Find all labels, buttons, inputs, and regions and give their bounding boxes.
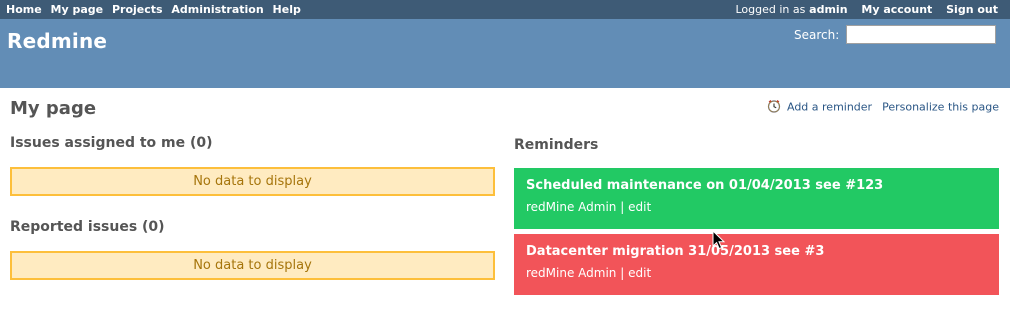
top-menu-home[interactable]: Home <box>6 3 42 16</box>
reminder-subject: Datacenter migration 31/05/2013 see #3 <box>526 244 825 259</box>
add-reminder-link[interactable]: Add a reminder <box>787 101 872 114</box>
reminder-edit-link[interactable]: edit <box>628 266 651 280</box>
reminder-meta-separator: | <box>620 266 625 280</box>
top-menu-right: Logged in as admin My account Sign out <box>735 3 998 16</box>
reminder-subject: Scheduled maintenance on 01/04/2013 see … <box>526 178 884 193</box>
issues-assigned-title: Issues assigned to me (0) <box>10 135 213 151</box>
top-menu-left: Home My page Projects Administration Hel… <box>6 3 306 16</box>
reminder-meta-separator: | <box>620 200 625 214</box>
reminders-title: Reminders <box>514 137 599 153</box>
reminder-meta: redMine Admin | edit <box>526 200 987 214</box>
top-menu-my-page[interactable]: My page <box>51 3 104 16</box>
personalize-page-link[interactable]: Personalize this page <box>882 101 999 114</box>
sign-out-link[interactable]: Sign out <box>946 3 998 16</box>
app-title: Redmine <box>7 29 108 53</box>
reported-issues-empty: No data to display <box>10 251 495 280</box>
header: Redmine Search: <box>0 19 1010 88</box>
reminder-author-link[interactable]: redMine Admin <box>526 266 616 280</box>
search-label: Search: <box>794 28 840 42</box>
search-input[interactable] <box>846 25 996 44</box>
main-content: My page Add a reminder Personalize this p… <box>0 88 1010 335</box>
mouse-pointer-icon <box>712 229 726 254</box>
issues-assigned-empty: No data to display <box>10 167 495 196</box>
contextual-actions: Add a reminder Personalize this page <box>767 99 999 116</box>
page-title: My page <box>10 98 97 119</box>
alarm-clock-icon <box>767 99 781 116</box>
reported-issues-title: Reported issues (0) <box>10 219 165 235</box>
top-menu-administration[interactable]: Administration <box>171 3 263 16</box>
logged-in-label: Logged in as <box>735 3 806 16</box>
reminder-author-link[interactable]: redMine Admin <box>526 200 616 214</box>
top-menu-projects[interactable]: Projects <box>112 3 163 16</box>
my-account-link[interactable]: My account <box>861 3 932 16</box>
logged-in-user[interactable]: admin <box>809 3 847 16</box>
reminder-edit-link[interactable]: edit <box>628 200 651 214</box>
reminder-item: Datacenter migration 31/05/2013 see #3 r… <box>514 234 999 295</box>
top-menu-help[interactable]: Help <box>273 3 301 16</box>
reminder-item: Scheduled maintenance on 01/04/2013 see … <box>514 168 999 229</box>
top-menu: Home My page Projects Administration Hel… <box>0 0 1010 19</box>
reminder-meta: redMine Admin | edit <box>526 266 987 280</box>
